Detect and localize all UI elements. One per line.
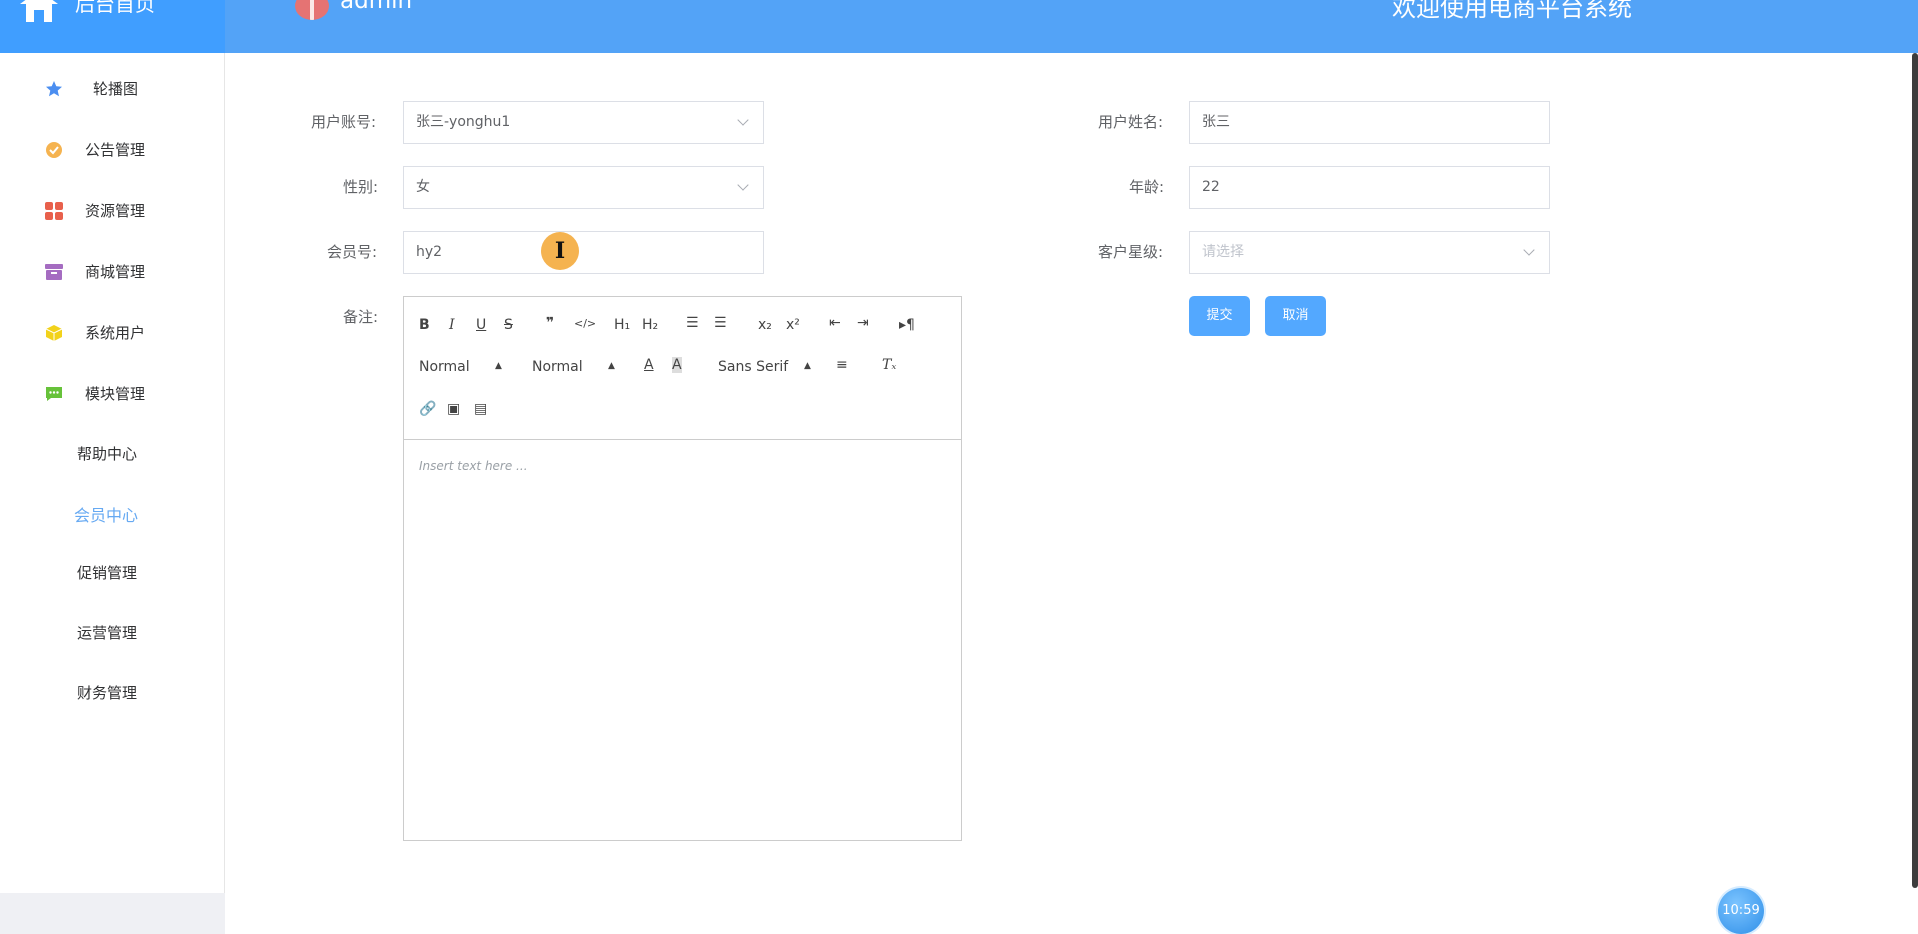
sidebar-item-modules[interactable]: 模块管理 xyxy=(0,368,224,418)
cancel-button[interactable]: 取消 xyxy=(1265,296,1326,336)
brand-area[interactable]: 后台首页 xyxy=(0,0,225,53)
picker-arrows-icon: ▲ xyxy=(495,361,502,371)
align-icon[interactable]: ≡ xyxy=(836,357,848,373)
strike-button[interactable]: S xyxy=(504,317,513,333)
badge-icon xyxy=(46,142,62,158)
sidebar-item-mall[interactable]: 商城管理 xyxy=(0,246,224,296)
blockquote-button[interactable]: ❞ xyxy=(546,315,554,331)
top-header: 后台首页 admin 欢迎使用电商平台系统 xyxy=(0,0,1918,53)
sidebar-item-label: 公告管理 xyxy=(85,141,146,159)
link-icon[interactable]: 🔗 xyxy=(419,401,436,417)
size-picker-label: Normal xyxy=(532,359,583,375)
sidebar-item-system-users[interactable]: 系统用户 xyxy=(0,307,224,357)
outdent-icon[interactable]: ⇤ xyxy=(829,315,841,331)
vertical-scrollbar[interactable] xyxy=(1912,53,1918,888)
indent-icon[interactable]: ⇥ xyxy=(857,315,869,331)
text-color-icon[interactable]: A xyxy=(644,357,654,373)
gender-label: 性别: xyxy=(343,178,379,196)
home-icon xyxy=(20,0,58,22)
bullet-list-icon[interactable]: ☰ xyxy=(714,315,727,331)
sidebar-subitem-finance[interactable]: 财务管理 xyxy=(0,667,224,717)
account-label: 用户账号: xyxy=(311,113,377,131)
italic-button[interactable]: I xyxy=(449,317,455,333)
sidebar-subitem-label: 财务管理 xyxy=(77,684,138,702)
sidebar-subitem-label: 会员中心 xyxy=(74,506,139,525)
header2-button[interactable]: H₂ xyxy=(642,317,658,333)
sidebar-subitem-operations[interactable]: 运营管理 xyxy=(0,607,224,657)
editor-toolbar: B I U S ❞ </> H₁ H₂ ☰ ☰ x₂ x² ⇤ ⇥ ▸¶ Nor… xyxy=(404,297,961,440)
direction-rtl-icon[interactable]: ▸¶ xyxy=(899,317,915,333)
bold-button[interactable]: B xyxy=(419,317,430,333)
welcome-text: 欢迎使用电商平台系统 xyxy=(1392,0,1632,22)
age-label: 年龄: xyxy=(1129,178,1165,196)
sidebar-footer xyxy=(0,893,225,934)
underline-button[interactable]: U xyxy=(476,317,486,333)
sidebar-subitem-help[interactable]: 帮助中心 xyxy=(0,428,224,478)
star-icon xyxy=(46,81,62,97)
header1-button[interactable]: H₁ xyxy=(614,317,630,333)
code-block-button[interactable]: </> xyxy=(574,317,596,330)
editor-placeholder: Insert text here ... xyxy=(419,459,528,473)
chat-icon xyxy=(46,387,62,401)
font-picker[interactable]: Sans Serif ▲ xyxy=(718,359,813,375)
header-picker[interactable]: Normal ▲ xyxy=(419,359,504,375)
age-input[interactable]: 22 xyxy=(1189,166,1550,209)
grid-icon xyxy=(45,202,63,220)
name-input[interactable]: 张三 xyxy=(1189,101,1550,144)
picker-arrows-icon: ▲ xyxy=(804,361,811,371)
header-picker-label: Normal xyxy=(419,359,470,375)
sidebar-item-label: 模块管理 xyxy=(85,385,146,403)
sidebar-item-label: 资源管理 xyxy=(85,202,146,220)
member-no-label: 会员号: xyxy=(327,243,378,261)
name-label: 用户姓名: xyxy=(1098,113,1164,131)
sidebar-item-carousel[interactable]: 轮播图 xyxy=(0,63,224,113)
video-icon[interactable]: ▤ xyxy=(474,401,487,417)
superscript-button[interactable]: x² xyxy=(786,317,800,333)
sidebar-subitem-label: 帮助中心 xyxy=(77,445,138,463)
subscript-button[interactable]: x₂ xyxy=(758,317,772,333)
sidebar-subitem-member[interactable]: 会员中心 xyxy=(0,487,224,537)
level-label: 客户星级: xyxy=(1098,243,1164,261)
ordered-list-icon[interactable]: ☰ xyxy=(686,315,699,331)
user-name[interactable]: admin xyxy=(340,0,412,14)
account-select[interactable]: 张三-yonghu1 xyxy=(403,101,764,144)
avatar[interactable] xyxy=(295,0,329,20)
member-no-input[interactable]: hy2 xyxy=(403,231,764,274)
remark-label: 备注: xyxy=(343,308,379,326)
cube-icon xyxy=(45,325,63,341)
sidebar-item-label: 轮播图 xyxy=(93,80,139,98)
sidebar-subitem-promotion[interactable]: 促销管理 xyxy=(0,547,224,597)
font-picker-label: Sans Serif xyxy=(718,359,789,375)
background-color-icon[interactable]: A xyxy=(672,357,682,373)
rich-text-editor[interactable]: B I U S ❞ </> H₁ H₂ ☰ ☰ x₂ x² ⇤ ⇥ ▸¶ Nor… xyxy=(403,296,962,841)
sidebar-subitem-label: 促销管理 xyxy=(77,564,138,582)
sidebar-subitem-label: 运营管理 xyxy=(77,624,138,642)
gender-select[interactable]: 女 xyxy=(403,166,764,209)
size-picker[interactable]: Normal ▲ xyxy=(532,359,617,375)
brand-title: 后台首页 xyxy=(75,0,155,16)
sidebar: 轮播图 公告管理 资源管理 商城管理 系统用户 模块管理 帮助中心 会员中心 促… xyxy=(0,53,225,934)
submit-button[interactable]: 提交 xyxy=(1189,296,1250,336)
text-cursor-indicator: I xyxy=(541,232,579,270)
archive-icon xyxy=(45,264,63,280)
sidebar-item-label: 商城管理 xyxy=(85,263,146,281)
level-select[interactable]: 请选择 xyxy=(1189,231,1550,274)
clock-widget[interactable]: 10:59 xyxy=(1718,888,1764,934)
sidebar-item-notice[interactable]: 公告管理 xyxy=(0,124,224,174)
sidebar-item-resources[interactable]: 资源管理 xyxy=(0,185,224,235)
sidebar-item-label: 系统用户 xyxy=(85,324,146,342)
image-icon[interactable]: ▣ xyxy=(447,401,460,417)
clear-format-icon[interactable]: Tₓ xyxy=(882,357,896,373)
picker-arrows-icon: ▲ xyxy=(608,361,615,371)
